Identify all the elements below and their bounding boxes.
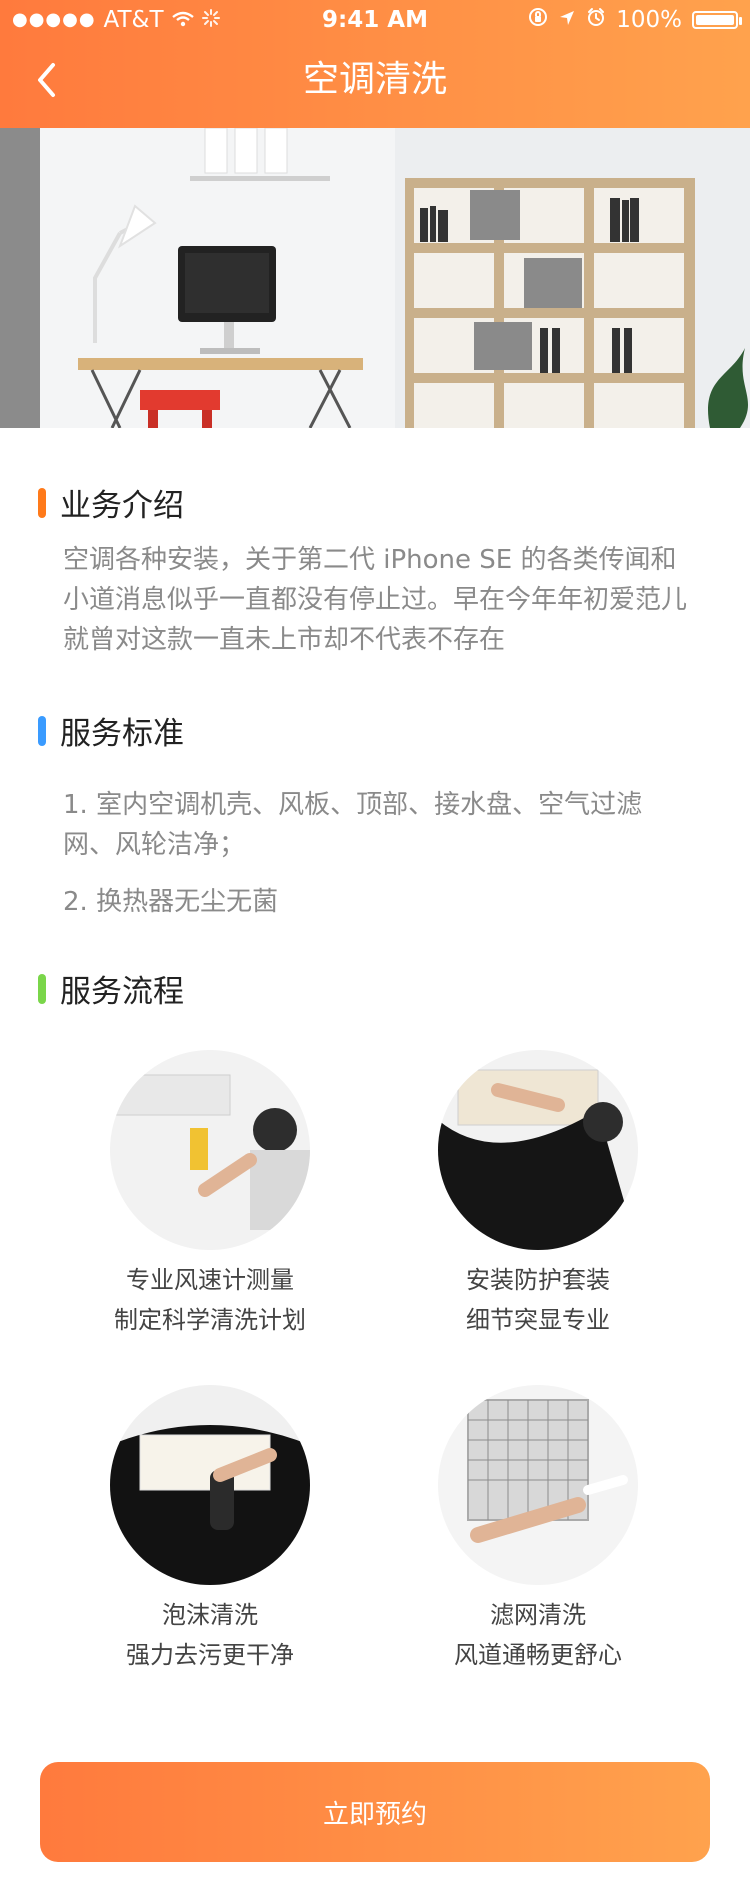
hero-image	[0, 128, 750, 428]
alarm-icon	[586, 0, 606, 40]
standard-item-2: 2. 换热器无尘无菌	[63, 887, 279, 917]
step-image-foam-cleaning	[110, 1385, 310, 1585]
process-step-4: 滤网清洗 风道通畅更舒心	[408, 1385, 668, 1675]
process-step-1: 专业风速计测量 制定科学清洗计划	[80, 1050, 340, 1340]
section-intro-label: 业务介绍	[60, 488, 184, 524]
step-4-line2: 风道通畅更舒心	[454, 1641, 622, 1669]
location-arrow-icon	[558, 0, 576, 40]
step-3-line1: 泡沫清洗	[162, 1601, 258, 1629]
section-process-title: 服务流程	[38, 966, 184, 1011]
step-4-line1: 滤网清洗	[490, 1601, 586, 1629]
process-step-2: 安装防护套装 细节突显专业	[408, 1050, 668, 1340]
section-marker-orange	[38, 487, 46, 518]
step-image-filter-cleaning	[438, 1385, 638, 1585]
step-1-line2: 制定科学清洗计划	[114, 1306, 306, 1334]
step-2-line1: 安装防护套装	[466, 1266, 610, 1294]
section-standard-title: 服务标准	[38, 708, 184, 753]
section-marker-green	[38, 973, 46, 1004]
standard-item-1: 1. 室内空调机壳、风板、顶部、接水盘、空气过滤网、风轮洁净；	[63, 790, 643, 860]
rotation-lock-icon	[528, 0, 548, 40]
top-bar: ●●●●● AT&T 9:41 AM 100% 空调清洗	[0, 0, 750, 128]
status-bar: ●●●●● AT&T 9:41 AM 100%	[0, 0, 750, 40]
step-2-line2: 细节突显专业	[466, 1306, 610, 1334]
section-process-label: 服务流程	[60, 974, 184, 1010]
section-intro-title: 业务介绍	[38, 480, 184, 525]
book-now-label: 立即预约	[322, 1799, 427, 1830]
section-standard-label: 服务标准	[60, 716, 184, 752]
battery-icon	[692, 11, 742, 29]
step-image-anemometer	[110, 1050, 310, 1250]
process-step-3: 泡沫清洗 强力去污更干净	[80, 1385, 340, 1675]
intro-paragraph: 空调各种安装，关于第二代 iPhone SE 的各类传闻和小道消息似乎一直都没有…	[63, 545, 688, 655]
section-marker-blue	[38, 715, 46, 746]
book-now-button[interactable]: 立即预约	[40, 1762, 710, 1862]
hero-illustration	[0, 128, 750, 428]
page-title: 空调清洗	[302, 59, 447, 100]
battery-label: 100%	[616, 7, 682, 33]
step-1-line1: 专业风速计测量	[126, 1266, 294, 1294]
step-3-line2: 强力去污更干净	[126, 1641, 294, 1669]
status-right: 100%	[528, 0, 742, 40]
step-image-protection-kit	[438, 1050, 638, 1250]
